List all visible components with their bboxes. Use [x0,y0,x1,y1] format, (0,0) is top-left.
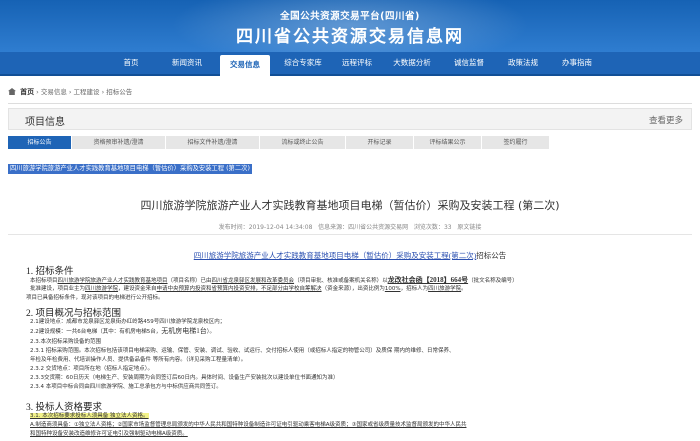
text: 四川省龙泉驿区发展和改革委员会 [211,278,295,284]
text: 四川旅游学院 [85,286,119,292]
paragraph: 2.3.3交货期：60日历天（电梯生产、安装周期为合同签订后60日内。具体时间、… [30,375,339,381]
project-tabs: 招标公告 资格预审补遗/澄清 招标文件补遗/澄清 流标或终止公告 开标记录 评标… [8,136,692,149]
tab-contract[interactable]: 签约履行 [482,136,550,149]
nav-trade-info[interactable]: 交易信息 [220,55,270,76]
text: 3.1. 本次招标要求投标人须具备 独立法人资格。 [30,413,149,419]
breadcrumb-home[interactable]: 首页 [20,88,34,96]
selected-project-title[interactable]: 四川旅游学院旅游产业人才实践教育基地项目电梯（暂估价）采购及安装工程 (第二次) [8,164,252,174]
paragraph: 3.1. 本次招标要求投标人须具备 独立法人资格。 [30,412,690,420]
project-info-title: 项目信息 [25,117,65,128]
text: （批文名称及编号） [468,278,518,284]
tab-eval-result[interactable]: 评标结果公示 [414,136,482,149]
text: ，招标人为 [400,286,429,292]
section-2-heading: 2. 项目概况与招标范围 [26,309,122,319]
source-label: 信息来源： [318,224,349,231]
notice-subtitle-suffix: 招标公告 [476,251,507,260]
text: 2.2建设规模：一共6台电梯（其中：有机房电梯5台， [30,329,162,335]
text: A.制造商须具备：①独立法人资格；②国家市场监督管理总局颁发的中华人民共和国特种… [30,422,467,428]
home-icon[interactable] [8,88,16,95]
paragraph: 年检及年检费用、代培训操作人员、提供备品备件 等所有内容。（详见采购工程量清单）… [30,357,247,363]
divider [8,234,692,235]
tab-failed-notice[interactable]: 流标或终止公告 [260,136,346,149]
paragraph: 和国特种设备安装改造维修许可证电引及强制驱动电梯A级资质。 [30,430,690,438]
text: ）。 [206,329,216,335]
site-title[interactable]: 四川省公共资源交易信息网 [0,22,700,47]
project-info-header: 项目信息 查看更多 [8,108,692,130]
text: （资金来源），出资比例为 [321,286,385,292]
publish-time: 2019-12-04 14:34:08 [248,224,313,231]
tab-tender-notice[interactable]: 招标公告 [8,136,72,149]
nav-credit[interactable]: 诚信监督 [446,52,492,74]
header-subtitle: 全国公共资源交易平台(四川省) [280,11,420,22]
views-label: 浏览次数： [413,224,444,231]
main-nav: 首页 新闻资讯 交易信息 综合专家库 远程评标 大数据分析 诚信监督 政策法规 … [0,52,700,76]
views-count: 33 [443,224,452,231]
publish-time-label: 发布时间： [218,224,249,231]
section-1-heading: 1. 招标条件 [26,267,74,277]
text: 本招标项目 [30,278,58,284]
paragraph: 2.2建设规模：一共6台电梯（其中：有机房电梯5台，无机房电梯1台）。 [30,327,690,336]
text: 无机房电梯1台 [161,327,207,335]
paragraph: 2.3.4 本项目中标合同由四川旅游学院、施工总承包方与中标供应商共同签订。 [30,384,222,390]
text: 。 [461,286,467,292]
divider [8,103,692,104]
tab-prequal-addendum[interactable]: 资格预审补遗/澄清 [72,136,166,149]
nav-policy[interactable]: 政策法规 [500,52,546,74]
paragraph: 2.3.本次招标采购设备的范围 [30,339,101,345]
paragraph: 2.1建设地点：成都市龙泉驿区龙泉街办红岭路459号四川旅游学院龙泉校区内； [30,319,226,325]
site-header: 全国公共资源交易平台(四川省) 四川省公共资源交易信息网 [0,0,700,52]
nav-news[interactable]: 新闻资讯 [162,52,212,74]
section-3-heading: 3. 投标人资格要求 [26,403,103,413]
original-link[interactable]: 原文链接 [457,224,481,231]
tab-bid-opening[interactable]: 开标记录 [346,136,414,149]
view-more-link[interactable]: 查看更多 [649,114,683,126]
nav-experts[interactable]: 综合专家库 [276,52,330,74]
text: 四川旅游学院 [428,286,462,292]
paragraph: 批准建设，项目业主为四川旅游学院，建设资金来自申请中央预算内投资和省预算内投资安… [30,285,690,293]
text: 批准建设，项目业主为 [30,286,86,292]
text: 100% [384,286,401,292]
breadcrumb-path[interactable]: › 交易信息 › 工程建设 › 招标公告 [36,88,132,96]
text: 和国特种设备安装改造维修许可证电引及强制驱动电梯A级资质。 [30,431,188,437]
notice-subtitle-project: 四川旅游学院旅游产业人才实践教育基地项目电梯（暂估价）采购及安装工程(第二次) [193,251,477,260]
paragraph: 2.3.1 招标采购范围。本次招标包括该项目电梯采购、运输、保管、安装、调试、验… [30,348,455,354]
paragraph: 本招标项目四川旅游学院旅游产业人才实践教育基地项目（项目名称）已由四川省龙泉驿区… [30,276,690,285]
nav-big-data[interactable]: 大数据分析 [384,52,440,74]
text: ，建设资金来自 [118,286,157,292]
text: 申请中央预算内投资和省预算内投资安排，不足部分由学校自筹解决 [156,286,322,292]
nav-guide[interactable]: 办事指南 [554,52,600,74]
tab-doc-addendum[interactable]: 招标文件补遗/澄清 [166,136,260,149]
paragraph: 项目已具备招标条件，现对该项目的电梯进行公开招标。 [26,295,164,301]
nav-home[interactable]: 首页 [108,52,154,74]
document-title: 四川旅游学院旅游产业人才实践教育基地项目电梯（暂估价）采购及安装工程 (第二次) [140,199,560,212]
document-meta: 发布时间：2019-12-04 14:34:08 信息来源：四川省公共资源交易网… [0,222,700,231]
breadcrumb: 首页 › 交易信息 › 工程建设 › 招标公告 [8,86,132,98]
text: 四川旅游学院旅游产业人才实践教育基地项目 [57,278,168,284]
text: 龙改社会函【2018】664号 [387,276,469,284]
nav-remote-eval[interactable]: 远程评标 [334,52,380,74]
paragraph: A.制造商须具备：①独立法人资格；②国家市场监督管理总局颁发的中华人民共和国特种… [30,421,690,429]
paragraph: 2.3.2 交货地点：项目所在地（招标人指定地点）。 [30,366,153,372]
text: （项目名称）已由 [167,278,212,284]
notice-subtitle: 四川旅游学院旅游产业人才实践教育基地项目电梯（暂估价）采购及安装工程(第二次)招… [0,250,700,261]
source: 四川省公共资源交易网 [348,224,409,231]
text: （项目审批、核准或备案机关名称）以 [294,278,388,284]
